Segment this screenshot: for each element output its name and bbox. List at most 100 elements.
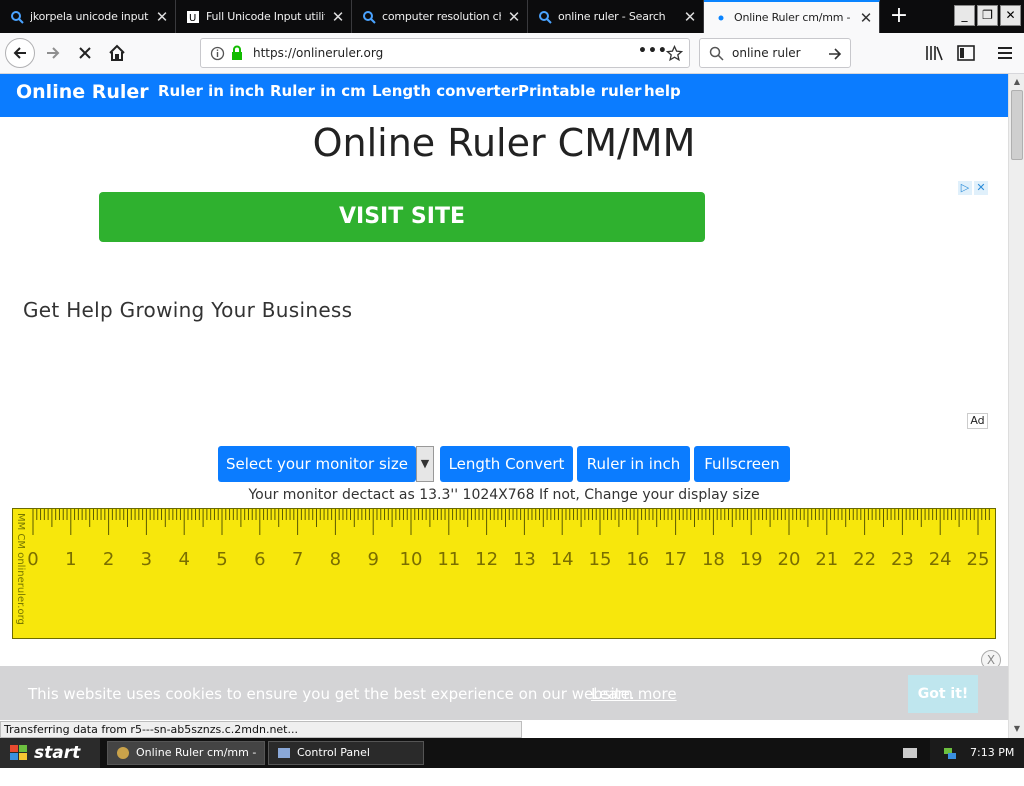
search-icon <box>539 10 552 24</box>
search-input[interactable]: online ruler <box>732 46 801 60</box>
ruler-number: 18 <box>702 549 725 570</box>
chevron-down-icon[interactable]: ▼ <box>416 446 434 482</box>
scroll-down-icon[interactable]: ▼ <box>1010 722 1024 736</box>
ruler-number: 21 <box>815 549 838 570</box>
home-button[interactable] <box>102 38 132 68</box>
ruler-number: 22 <box>853 549 876 570</box>
search-bar[interactable]: online ruler <box>699 38 851 68</box>
close-tab-icon[interactable]: ✕ <box>325 8 351 26</box>
web-page: Online Ruler Ruler in inch Ruler in cm L… <box>0 74 1008 720</box>
tab-resolution-check[interactable]: computer resolution che ✕ <box>352 0 528 33</box>
taskbar-item-label: Control Panel <box>297 746 370 759</box>
ruler-number: 8 <box>330 549 341 570</box>
ruler-number: 15 <box>589 549 612 570</box>
page-actions-icon[interactable]: ••• <box>638 43 668 59</box>
nav-ruler-in-cm[interactable]: Ruler in cm <box>270 82 366 100</box>
tab-online-ruler-active[interactable]: Online Ruler cm/mm - O ✕ <box>704 0 880 33</box>
ruler-number: 7 <box>292 549 303 570</box>
minimize-button[interactable]: _ <box>954 5 975 26</box>
tab-jkorpela[interactable]: jkorpela unicode input - ✕ <box>0 0 176 33</box>
nav-help[interactable]: help <box>644 82 681 100</box>
windows-taskbar: start Online Ruler cm/mm - ... Control P… <box>0 738 1024 781</box>
restore-button[interactable]: ❐ <box>977 5 998 26</box>
tab-title: computer resolution che <box>382 10 501 23</box>
vertical-scrollbar[interactable]: ▲ ▼ <box>1008 74 1024 738</box>
info-icon[interactable] <box>210 46 225 61</box>
go-arrow-icon[interactable] <box>827 46 843 62</box>
cookie-message: This website uses cookies to ensure you … <box>28 685 635 703</box>
clock[interactable]: 7:13 PM <box>970 738 1014 768</box>
ad-choices[interactable]: ▷ ✕ <box>958 181 988 196</box>
lock-icon[interactable] <box>230 45 244 61</box>
scrollbar-thumb[interactable] <box>1011 90 1023 160</box>
tab-title: Online Ruler cm/mm - O <box>734 11 853 24</box>
page-title: Online Ruler CM/MM <box>312 121 696 165</box>
close-tab-icon[interactable]: ✕ <box>853 9 879 27</box>
ad-headline[interactable]: Get Help Growing Your Business <box>23 298 352 322</box>
stop-button[interactable] <box>70 38 100 68</box>
home-icon <box>109 44 125 61</box>
search-icon <box>709 46 724 61</box>
ad-badge: Ad <box>967 413 988 429</box>
taskbar-item-control-panel[interactable]: Control Panel <box>268 741 424 765</box>
fullscreen-button[interactable]: Fullscreen <box>694 446 790 482</box>
ruler-number: 10 <box>400 549 423 570</box>
navigation-toolbar: https://onlineruler.org ••• online ruler <box>0 33 1024 74</box>
new-tab-button[interactable]: + <box>886 4 912 30</box>
cm-ruler[interactable]: MM CM onlineruler.org 0 1 2 3 4 5 6 7 8 9 10 11 12 13… <box>12 508 996 639</box>
back-arrow-icon <box>13 47 26 59</box>
close-tab-icon[interactable]: ✕ <box>677 8 703 26</box>
tab-title: online ruler - Search <box>558 10 666 23</box>
windows-logo-icon <box>10 745 27 760</box>
bookmark-star-icon[interactable] <box>666 45 683 62</box>
select-monitor-size-dropdown[interactable]: Select your monitor size <box>218 446 416 482</box>
ruler-number: 17 <box>664 549 687 570</box>
keyboard-tray-icon[interactable] <box>903 747 917 759</box>
cookie-learn-more-link[interactable]: Learn more <box>591 685 677 703</box>
sidebar-icon[interactable] <box>957 45 975 61</box>
back-button[interactable] <box>5 38 35 68</box>
browser-status-bar: Transferring data from r5---sn-ab5sznzs.… <box>0 721 522 738</box>
forward-button[interactable] <box>38 38 68 68</box>
length-convert-button[interactable]: Length Convert <box>440 446 573 482</box>
cookie-banner: This website uses cookies to ensure you … <box>0 666 1008 720</box>
control-panel-icon <box>278 748 290 758</box>
search-icon <box>11 10 24 24</box>
site-brand-link[interactable]: Online Ruler <box>16 81 149 103</box>
tab-title: Full Unicode Input utility <box>206 10 325 23</box>
close-tab-icon[interactable]: ✕ <box>501 8 527 26</box>
tab-title: jkorpela unicode input - <box>30 10 149 23</box>
library-icon[interactable] <box>925 45 943 61</box>
nav-length-converter[interactable]: Length converter <box>372 82 518 100</box>
menu-hamburger-icon[interactable] <box>997 45 1013 61</box>
ruler-number: 0 <box>27 549 38 570</box>
url-text: https://onlineruler.org <box>253 46 384 60</box>
url-bar[interactable]: https://onlineruler.org ••• <box>200 38 690 68</box>
cookie-got-it-button[interactable]: Got it! <box>908 675 978 713</box>
unicode-icon: U <box>187 10 199 24</box>
start-button[interactable]: start <box>0 738 100 768</box>
ruler-number: 9 <box>367 549 378 570</box>
stop-x-icon <box>79 47 91 59</box>
tab-online-ruler-search[interactable]: online ruler - Search ✕ <box>528 0 704 33</box>
monitor-detect-text: Your monitor dectact as 13.3'' 1024X768 … <box>248 487 760 503</box>
close-tab-icon[interactable]: ✕ <box>149 8 175 26</box>
ruler-number: 12 <box>475 549 498 570</box>
taskbar-item-browser[interactable]: Online Ruler cm/mm - ... <box>107 741 265 781</box>
browser-tab-strip: jkorpela unicode input - ✕ U Full Unicod… <box>0 0 1024 33</box>
network-icon[interactable] <box>943 746 957 760</box>
ad-visit-site-button[interactable]: VISIT SITE <box>99 192 705 242</box>
close-window-button[interactable]: ✕ <box>1000 5 1021 26</box>
scroll-up-icon[interactable]: ▲ <box>1010 75 1024 89</box>
ruler-number: 23 <box>891 549 914 570</box>
ruler-number: 11 <box>437 549 460 570</box>
ruler-in-inch-button[interactable]: Ruler in inch <box>577 446 690 482</box>
ad-info-icon[interactable]: ▷ <box>958 181 972 195</box>
tab-unicode-input[interactable]: U Full Unicode Input utility ✕ <box>176 0 352 33</box>
ad-close-icon[interactable]: ✕ <box>974 181 988 195</box>
nav-ruler-in-inch[interactable]: Ruler in inch <box>158 82 265 100</box>
start-label: start <box>34 743 81 763</box>
nav-printable-ruler[interactable]: Printable ruler <box>518 82 642 100</box>
svg-text:U: U <box>189 13 196 24</box>
search-icon <box>363 10 376 24</box>
